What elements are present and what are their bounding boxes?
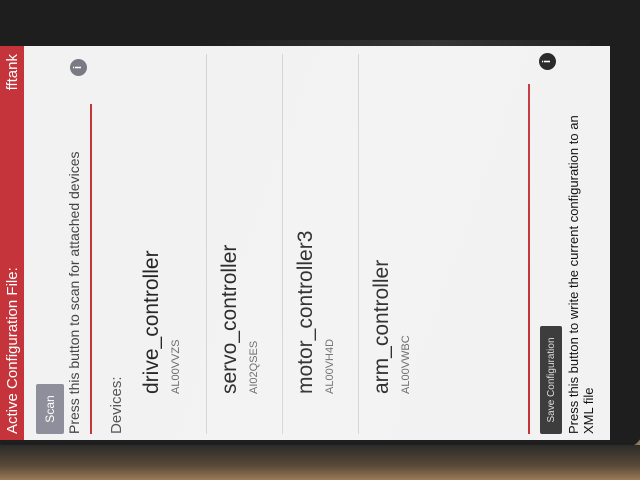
scan-button[interactable]: Scan bbox=[36, 384, 64, 434]
device-name: motor_controller3 bbox=[294, 230, 317, 394]
active-config-label: Active Configuration File: bbox=[4, 267, 21, 434]
info-icon[interactable]: i bbox=[70, 59, 87, 76]
device-serial: AL00VH4D bbox=[324, 338, 336, 394]
device-item[interactable]: arm_controller AL00VWBC bbox=[362, 54, 434, 434]
device-name: drive_controller bbox=[140, 250, 163, 394]
save-divider bbox=[528, 84, 530, 434]
phone-edge bbox=[0, 445, 640, 480]
device-divider bbox=[206, 54, 207, 434]
save-configuration-button[interactable]: Save Configuration bbox=[540, 326, 562, 434]
app-body: Scan Press this button to scan for attac… bbox=[24, 46, 610, 440]
app-screen: Active Configuration File: fftank Scan P… bbox=[0, 46, 610, 440]
title-bar: Active Configuration File: fftank bbox=[0, 46, 24, 440]
scan-help-text: Press this button to scan for attached d… bbox=[66, 151, 82, 435]
device-divider bbox=[358, 54, 359, 434]
device-item[interactable]: drive_controller AL00VVZS bbox=[132, 54, 204, 434]
save-help-text: Press this button to write the current c… bbox=[566, 115, 596, 434]
scan-divider bbox=[90, 104, 92, 434]
device-name: servo_controller bbox=[218, 244, 241, 394]
device-name: arm_controller bbox=[370, 259, 393, 394]
device-serial: AL00VVZS bbox=[170, 339, 182, 394]
active-config-name: fftank bbox=[4, 54, 21, 91]
device-divider bbox=[282, 54, 283, 434]
device-serial: AI02QSES bbox=[248, 340, 260, 394]
device-item[interactable]: servo_controller AI02QSES bbox=[210, 54, 282, 434]
device-item[interactable]: motor_controller3 AL00VH4D bbox=[286, 54, 358, 434]
device-serial: AL00VWBC bbox=[400, 335, 412, 394]
devices-label: Devices: bbox=[108, 376, 125, 434]
info-icon[interactable]: i bbox=[539, 53, 556, 70]
